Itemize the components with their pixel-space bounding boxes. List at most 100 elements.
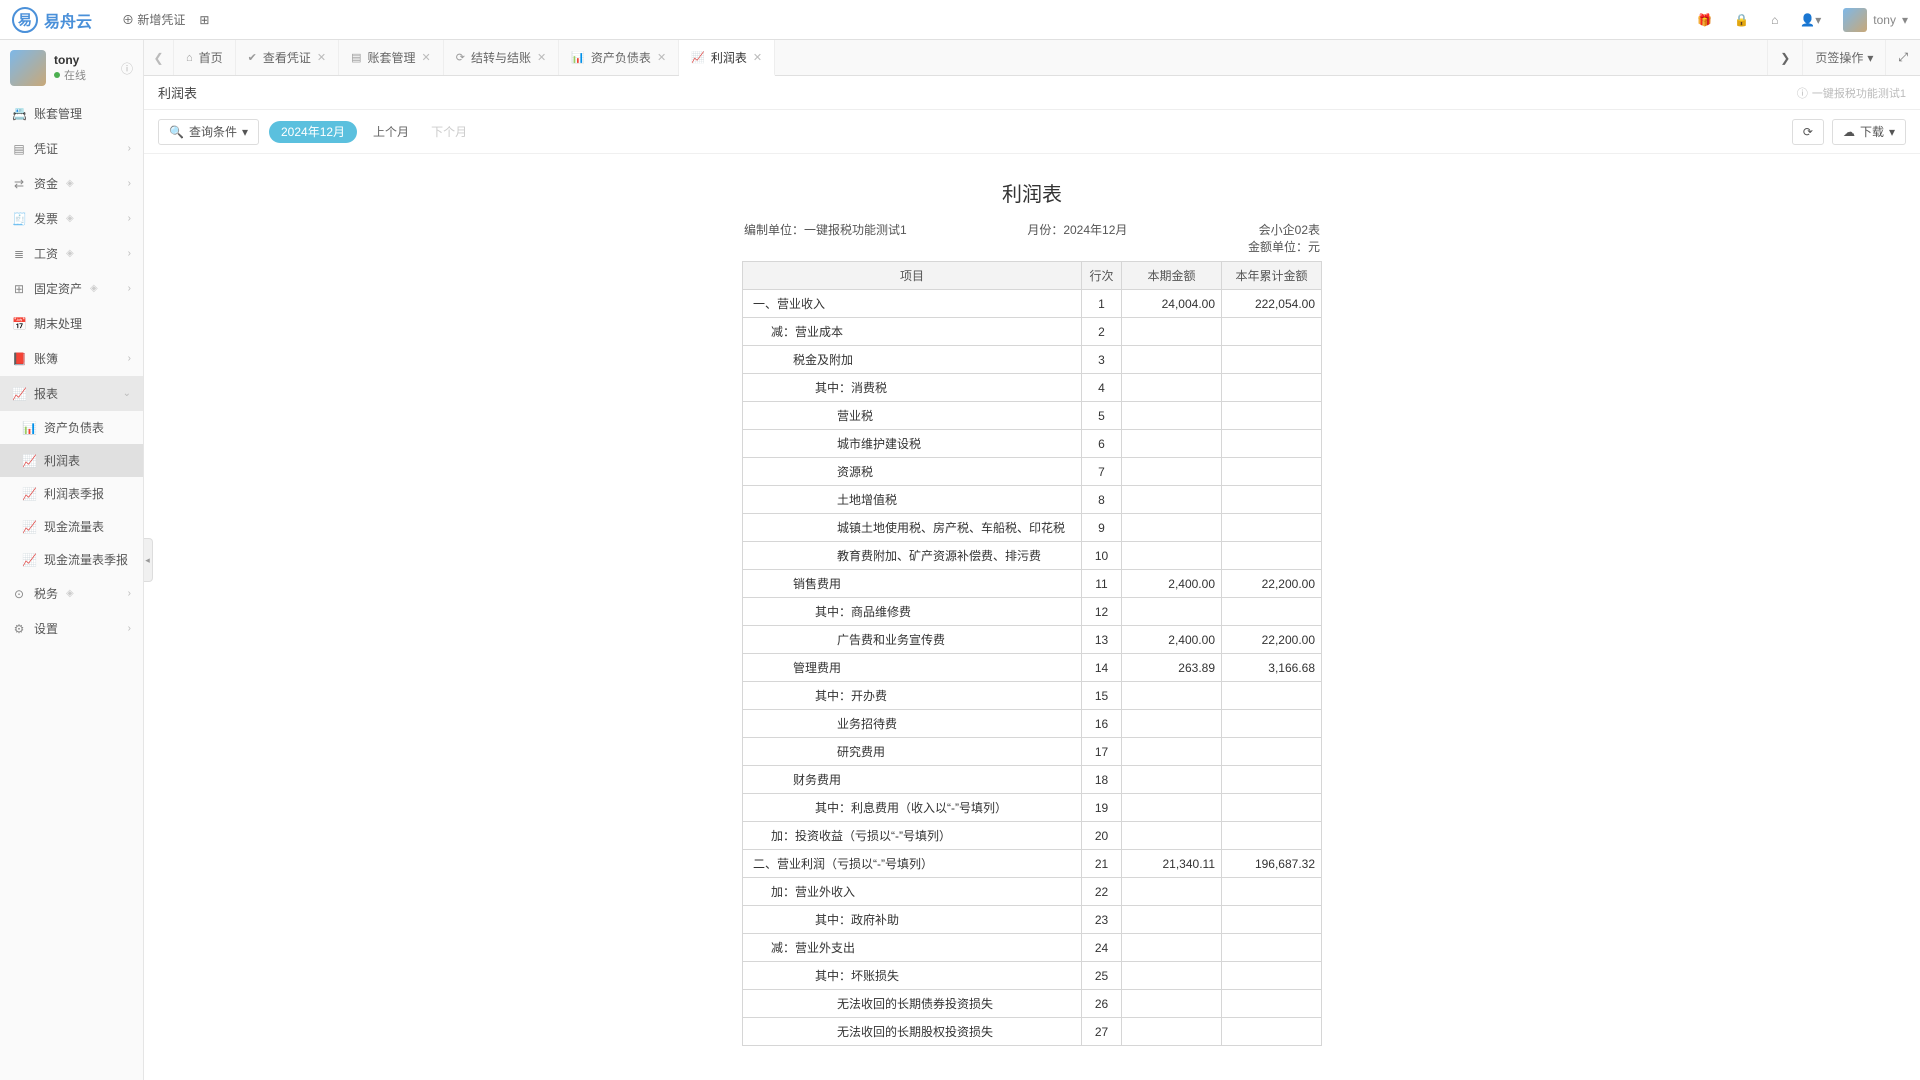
sidebar-sub-item[interactable]: 📈现金流量表 — [0, 510, 143, 543]
close-icon[interactable]: ✕ — [657, 51, 666, 64]
home-icon[interactable]: ⌂ — [1771, 13, 1778, 27]
tab[interactable]: 📈利润表✕ — [679, 40, 775, 76]
sidebar-sub-item[interactable]: 📈利润表 — [0, 444, 143, 477]
cell-ytd — [1222, 878, 1322, 906]
cell-item: 其中：利息费用（收入以“-”号填列） — [749, 799, 1075, 816]
sidebar-item[interactable]: 📇账套管理 — [0, 96, 143, 131]
app-body: tony 在线 ⓘ 📇账套管理▤凭证›⇄资金◈›🧾发票◈›≣工资◈›⊞固定资产◈… — [0, 40, 1920, 1080]
sidebar-item[interactable]: ≣工资◈› — [0, 236, 143, 271]
new-plain-button[interactable]: ⊞ — [199, 13, 209, 27]
table-row: 业务招待费16 — [743, 710, 1322, 738]
table-row: 减：营业成本2 — [743, 318, 1322, 346]
sidebar-item-label: 凭证 — [34, 140, 58, 157]
info-icon[interactable]: ⓘ — [121, 60, 133, 77]
lock-icon[interactable]: 🔒 — [1734, 13, 1749, 27]
sidebar-item[interactable]: ⊙税务◈› — [0, 576, 143, 611]
cell-ytd: 3,166.68 — [1222, 654, 1322, 682]
sidebar-sub-label: 现金流量表季报 — [44, 551, 128, 568]
sidebar-item-label: 账套管理 — [34, 105, 82, 122]
user-menu-icon[interactable]: 👤▾ — [1800, 13, 1821, 27]
table-row: 无法收回的长期债券投资损失26 — [743, 990, 1322, 1018]
tabbar-right: ❯ 页签操作 ▾ ⤢ — [1767, 40, 1920, 75]
sidebar-item-label: 期末处理 — [34, 315, 82, 332]
sidebar-sub-label: 资产负债表 — [44, 419, 104, 436]
sidebar-item[interactable]: ▤凭证› — [0, 131, 143, 166]
close-icon[interactable]: ✕ — [753, 51, 762, 64]
new-voucher-button[interactable]: ⊕ 新增凭证 — [122, 11, 185, 28]
cell-item: 其中：消费税 — [749, 379, 1075, 396]
sidebar-item[interactable]: 🧾发票◈› — [0, 201, 143, 236]
header-user[interactable]: tony ▾ — [1843, 8, 1908, 32]
cell-line: 8 — [1082, 486, 1122, 514]
nav-icon: 📊 — [22, 421, 36, 435]
report-period-label: 月份： — [1027, 223, 1063, 237]
sidebar-item[interactable]: 📕账簿› — [0, 341, 143, 376]
prev-month-button[interactable]: 上个月 — [367, 123, 415, 140]
sidebar-sub-item[interactable]: 📈现金流量表季报 — [0, 543, 143, 576]
sidebar-item[interactable]: 📅期末处理 — [0, 306, 143, 341]
refresh-button[interactable]: ⟳ — [1792, 119, 1824, 145]
diamond-icon: ◈ — [90, 283, 98, 294]
sidebar-user[interactable]: tony 在线 ⓘ — [0, 40, 143, 96]
chevron-down-icon: ▾ — [1889, 125, 1895, 139]
sidebar-item[interactable]: 📈报表⌄ — [0, 376, 143, 411]
report-container[interactable]: 利润表 编制单位：一键报税功能测试1 月份：2024年12月 会小企02表 金额… — [144, 154, 1920, 1080]
close-icon[interactable]: ✕ — [422, 51, 431, 64]
cell-current — [1122, 990, 1222, 1018]
cell-current: 2,400.00 — [1122, 570, 1222, 598]
page-title-bar: 利润表 ⓘ 一键报税功能测试1 — [144, 76, 1920, 110]
tab-fullscreen-button[interactable]: ⤢ — [1885, 40, 1920, 75]
report-unit: 编制单位：一键报税功能测试1 — [744, 221, 907, 255]
tab-ops-button[interactable]: 页签操作 ▾ — [1802, 40, 1885, 75]
cell-current — [1122, 346, 1222, 374]
chevron-right-icon: › — [128, 623, 131, 634]
download-button[interactable]: ☁ 下载 ▾ — [1832, 119, 1906, 145]
diamond-icon: ◈ — [66, 588, 74, 599]
app-logo[interactable]: 易 易舟云 — [12, 7, 92, 33]
table-row: 二、营业利润（亏损以“-”号填列）2121,340.11196,687.32 — [743, 850, 1322, 878]
cell-line: 21 — [1082, 850, 1122, 878]
sidebar-submenu: 📊 资产负债表 📈利润表📈利润表季报📈现金流量表📈现金流量表季报 — [0, 411, 143, 576]
cell-line: 5 — [1082, 402, 1122, 430]
cell-current — [1122, 794, 1222, 822]
query-label: 查询条件 — [189, 123, 237, 140]
tabbar-next-button[interactable]: ❯ — [1767, 40, 1802, 75]
toolbar: 🔍 查询条件 ▾ 2024年12月 上个月 下个月 ⟳ ☁ 下载 ▾ — [144, 110, 1920, 154]
tab-label: 资产负债表 — [591, 49, 651, 66]
cell-item: 研究费用 — [749, 743, 1075, 760]
tab[interactable]: ⌂首页 — [174, 40, 236, 75]
cell-current — [1122, 430, 1222, 458]
sidebar-item[interactable]: ⚙设置› — [0, 611, 143, 646]
tab[interactable]: ✔查看凭证✕ — [236, 40, 339, 75]
cell-line: 24 — [1082, 934, 1122, 962]
cell-current — [1122, 766, 1222, 794]
period-pill[interactable]: 2024年12月 — [269, 121, 357, 143]
cell-line: 20 — [1082, 822, 1122, 850]
sidebar-sub-item[interactable]: 📊 资产负债表 — [0, 411, 143, 444]
cell-ytd — [1222, 318, 1322, 346]
tab[interactable]: ⟳结转与结账✕ — [444, 40, 559, 75]
tab[interactable]: 📊资产负债表✕ — [559, 40, 679, 75]
cell-current — [1122, 710, 1222, 738]
nav-icon: ⇄ — [12, 177, 26, 191]
table-row: 资源税7 — [743, 458, 1322, 486]
sidebar: tony 在线 ⓘ 📇账套管理▤凭证›⇄资金◈›🧾发票◈›≣工资◈›⊞固定资产◈… — [0, 40, 144, 1080]
cell-item: 其中：政府补助 — [749, 911, 1075, 928]
sidebar-user-name: tony — [54, 53, 86, 67]
gift-icon[interactable]: 🎁 — [1697, 13, 1712, 27]
tabbar-prev-button[interactable]: ❮ — [144, 40, 174, 75]
tab[interactable]: ▤账套管理✕ — [339, 40, 444, 75]
sidebar-item[interactable]: ⊞固定资产◈› — [0, 271, 143, 306]
cell-line: 16 — [1082, 710, 1122, 738]
cell-current: 263.89 — [1122, 654, 1222, 682]
query-conditions-button[interactable]: 🔍 查询条件 ▾ — [158, 119, 259, 145]
cell-current: 2,400.00 — [1122, 626, 1222, 654]
close-icon[interactable]: ✕ — [317, 51, 326, 64]
sidebar-collapse-handle[interactable]: ◂ — [144, 538, 153, 582]
sidebar-item[interactable]: ⇄资金◈› — [0, 166, 143, 201]
cell-item: 减：营业外支出 — [749, 939, 1075, 956]
close-icon[interactable]: ✕ — [537, 51, 546, 64]
sidebar-sub-item[interactable]: 📈利润表季报 — [0, 477, 143, 510]
cell-ytd — [1222, 1018, 1322, 1046]
next-month-button: 下个月 — [425, 123, 473, 140]
